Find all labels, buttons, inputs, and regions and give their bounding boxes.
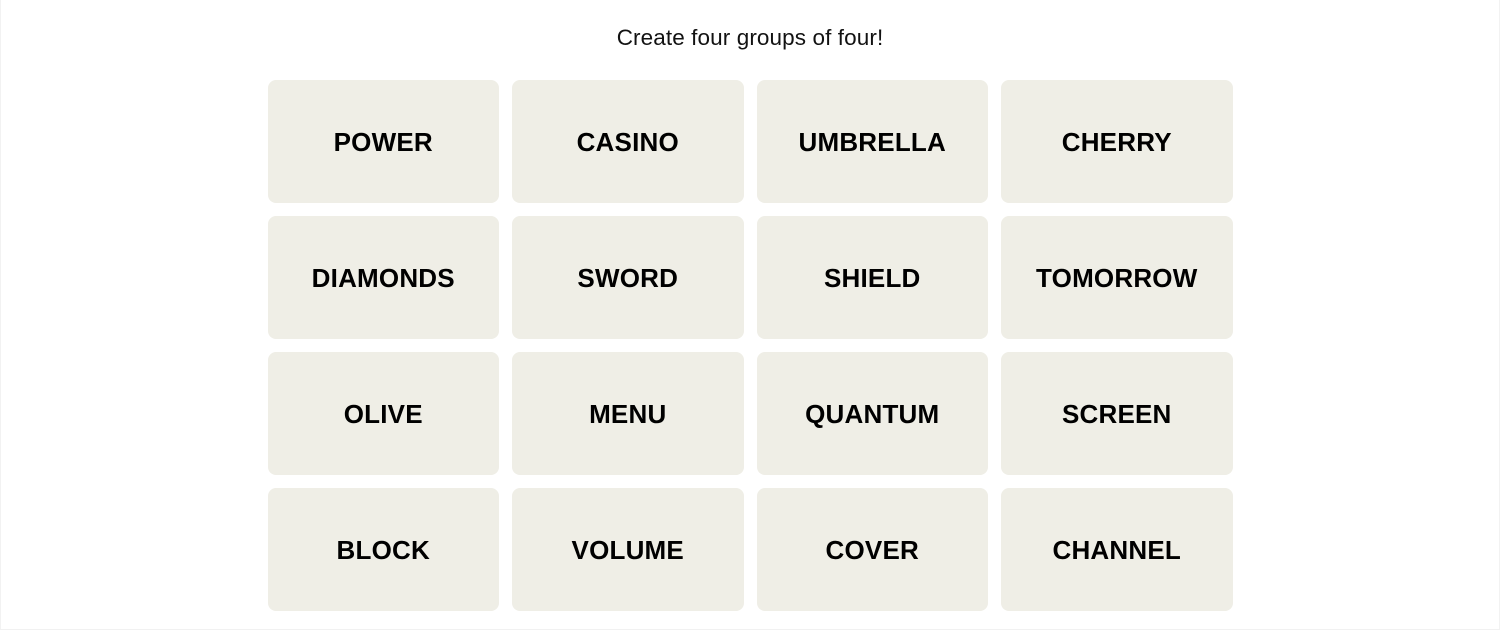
word-tile-label: BLOCK xyxy=(336,534,430,565)
word-tile-power[interactable]: POWER xyxy=(267,80,499,203)
word-tile-diamonds[interactable]: DIAMONDS xyxy=(267,216,499,339)
word-tile-olive[interactable]: OLIVE xyxy=(267,352,499,475)
word-grid: POWER CASINO UMBRELLA CHERRY DIAMONDS SW… xyxy=(267,80,1233,611)
word-tile-label: CHERRY xyxy=(1061,126,1172,157)
word-tile-quantum[interactable]: QUANTUM xyxy=(756,352,988,475)
word-tile-menu[interactable]: MENU xyxy=(512,352,744,475)
connections-game-page: Create four groups of four! POWER CASINO… xyxy=(1,0,1499,629)
word-tile-channel[interactable]: CHANNEL xyxy=(1001,488,1233,611)
word-tile-label: MENU xyxy=(589,398,667,429)
word-tile-label: VOLUME xyxy=(571,534,684,565)
word-tile-label: CHANNEL xyxy=(1052,534,1181,565)
word-tile-screen[interactable]: SCREEN xyxy=(1001,352,1233,475)
page-title: Create four groups of four! xyxy=(616,25,884,50)
word-tile-umbrella[interactable]: UMBRELLA xyxy=(756,80,988,203)
word-tile-block[interactable]: BLOCK xyxy=(267,488,499,611)
word-tile-label: TOMORROW xyxy=(1036,262,1198,293)
word-tile-label: UMBRELLA xyxy=(798,126,946,157)
word-tile-label: OLIVE xyxy=(343,398,423,429)
word-tile-shield[interactable]: SHIELD xyxy=(756,216,988,339)
word-tile-label: SHIELD xyxy=(823,262,921,293)
word-tile-label: COVER xyxy=(825,534,919,565)
word-tile-cherry[interactable]: CHERRY xyxy=(1001,80,1233,203)
word-tile-label: SCREEN xyxy=(1061,398,1172,429)
word-tile-casino[interactable]: CASINO xyxy=(512,80,744,203)
word-tile-label: POWER xyxy=(333,126,433,157)
word-tile-tomorrow[interactable]: TOMORROW xyxy=(1001,216,1233,339)
word-tile-label: DIAMONDS xyxy=(311,262,455,293)
word-tile-cover[interactable]: COVER xyxy=(756,488,988,611)
word-tile-volume[interactable]: VOLUME xyxy=(512,488,744,611)
word-tile-label: CASINO xyxy=(576,126,679,157)
word-tile-sword[interactable]: SWORD xyxy=(512,216,744,339)
word-tile-label: SWORD xyxy=(577,262,679,293)
word-tile-label: QUANTUM xyxy=(805,398,940,429)
